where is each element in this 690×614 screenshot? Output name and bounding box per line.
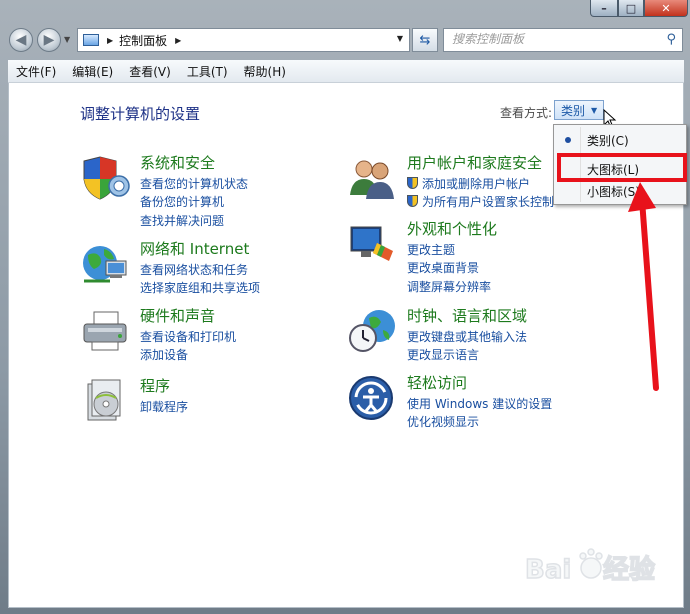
link-adjust-resolution[interactable]: 调整屏幕分辨率 xyxy=(407,278,491,295)
programs-icon xyxy=(87,379,121,421)
view-by-value[interactable]: 类别 xyxy=(561,102,585,119)
recent-pages-dropdown[interactable]: ▼ xyxy=(64,35,70,44)
view-by-label: 查看方式: xyxy=(500,106,553,120)
uac-shield-icon xyxy=(407,177,418,189)
category-title[interactable]: 时钟、语言和区域 xyxy=(407,305,527,326)
link-change-display-language[interactable]: 更改显示语言 xyxy=(407,346,479,363)
search-input[interactable] xyxy=(444,29,660,49)
page-title: 调整计算机的设置 xyxy=(80,105,201,123)
link-view-network-status[interactable]: 查看网络状态和任务 xyxy=(140,261,248,278)
search-icon[interactable]: ⚲ xyxy=(666,32,676,47)
refresh-icon: ⇆ xyxy=(419,32,431,48)
back-button[interactable]: ◀ xyxy=(9,28,33,52)
close-button[interactable]: ✕ xyxy=(644,0,688,17)
users-icon xyxy=(350,160,394,199)
breadcrumb-separator-icon[interactable]: ▶ xyxy=(107,36,113,45)
menu-file[interactable]: 文件(F) xyxy=(8,63,64,80)
printer-icon xyxy=(83,311,127,351)
category-title[interactable]: 外观和个性化 xyxy=(407,218,497,239)
view-by-dropdown[interactable]: 类别 ▼ xyxy=(554,100,605,120)
clock-globe-icon xyxy=(349,310,395,352)
category-title[interactable]: 程序 xyxy=(140,375,170,396)
link-change-theme[interactable]: 更改主题 xyxy=(407,241,455,258)
uac-shield-icon xyxy=(407,195,418,207)
baidu-watermark-logo: Bai 经验 xyxy=(525,548,656,586)
menu-view[interactable]: 查看(V) xyxy=(121,63,179,80)
breadcrumb-chevron-icon[interactable]: ▶ xyxy=(175,36,181,45)
svg-text:经验: 经验 xyxy=(603,554,655,585)
link-view-devices-printers[interactable]: 查看设备和打印机 xyxy=(140,328,236,345)
ease-of-access-icon xyxy=(349,376,393,420)
forward-arrow-icon: ▶ xyxy=(43,32,55,48)
link-homegroup-sharing[interactable]: 选择家庭组和共享选项 xyxy=(140,279,260,296)
svg-text:Bai: Bai xyxy=(525,555,571,585)
forward-button[interactable]: ▶ xyxy=(37,28,61,52)
menu-edit[interactable]: 编辑(E) xyxy=(64,63,121,80)
menu-item-category[interactable]: 类别(C) xyxy=(556,129,684,151)
link-find-fix-problems[interactable]: 查找并解决问题 xyxy=(140,212,224,229)
address-bar[interactable]: ▶ 控制面板 ▶ ▼ xyxy=(77,28,410,52)
link-windows-recommended-settings[interactable]: 使用 Windows 建议的设置 xyxy=(407,395,552,412)
link-uninstall-program[interactable]: 卸载程序 xyxy=(140,398,188,415)
category-title[interactable]: 系统和安全 xyxy=(140,152,215,173)
network-icon xyxy=(83,246,127,283)
control-panel-window: – □ ✕ ◀ ▶ ▼ ▶ 控制面板 ▶ ▼ ⇆ ⚲ 文件(F) 编辑(E) 查… xyxy=(0,0,690,614)
back-arrow-icon: ◀ xyxy=(15,32,27,48)
link-change-desktop-background[interactable]: 更改桌面背景 xyxy=(407,259,479,276)
menu-bar: 文件(F) 编辑(E) 查看(V) 工具(T) 帮助(H) xyxy=(8,60,684,83)
link-add-device[interactable]: 添加设备 xyxy=(140,346,188,363)
control-panel-icon xyxy=(83,34,99,46)
system-security-icon xyxy=(83,156,130,200)
link-change-keyboard[interactable]: 更改键盘或其他输入法 xyxy=(407,328,527,345)
appearance-icon xyxy=(350,226,393,261)
category-title[interactable]: 用户帐户和家庭安全 xyxy=(407,152,542,173)
breadcrumb-control-panel[interactable]: 控制面板 xyxy=(119,32,167,49)
minimize-button[interactable]: – xyxy=(590,0,618,17)
link-backup-computer[interactable]: 备份您的计算机 xyxy=(140,193,224,210)
category-title[interactable]: 网络和 Internet xyxy=(140,238,249,259)
link-view-computer-status[interactable]: 查看您的计算机状态 xyxy=(140,175,248,192)
maximize-button[interactable]: □ xyxy=(618,0,644,17)
category-title[interactable]: 轻松访问 xyxy=(407,372,467,393)
search-box: ⚲ xyxy=(443,28,683,52)
menu-help[interactable]: 帮助(H) xyxy=(236,63,294,80)
annotation-arrow-icon xyxy=(628,182,659,391)
link-parental-controls[interactable]: 为所有用户设置家长控制 xyxy=(407,193,554,210)
chevron-down-icon[interactable]: ▼ xyxy=(591,106,597,115)
link-add-remove-accounts[interactable]: 添加或删除用户帐户 xyxy=(407,175,530,192)
navigation-bar: ◀ ▶ ▼ ▶ 控制面板 ▶ ▼ ⇆ ⚲ xyxy=(0,22,690,58)
refresh-button[interactable]: ⇆ xyxy=(412,28,438,52)
menu-tools[interactable]: 工具(T) xyxy=(179,63,236,80)
selected-dot-icon xyxy=(565,137,571,143)
link-optimize-video-display[interactable]: 优化视频显示 xyxy=(407,413,479,430)
caption-buttons: – □ ✕ xyxy=(590,0,688,17)
category-title[interactable]: 硬件和声音 xyxy=(140,305,215,326)
address-dropdown-icon[interactable]: ▼ xyxy=(397,34,403,43)
